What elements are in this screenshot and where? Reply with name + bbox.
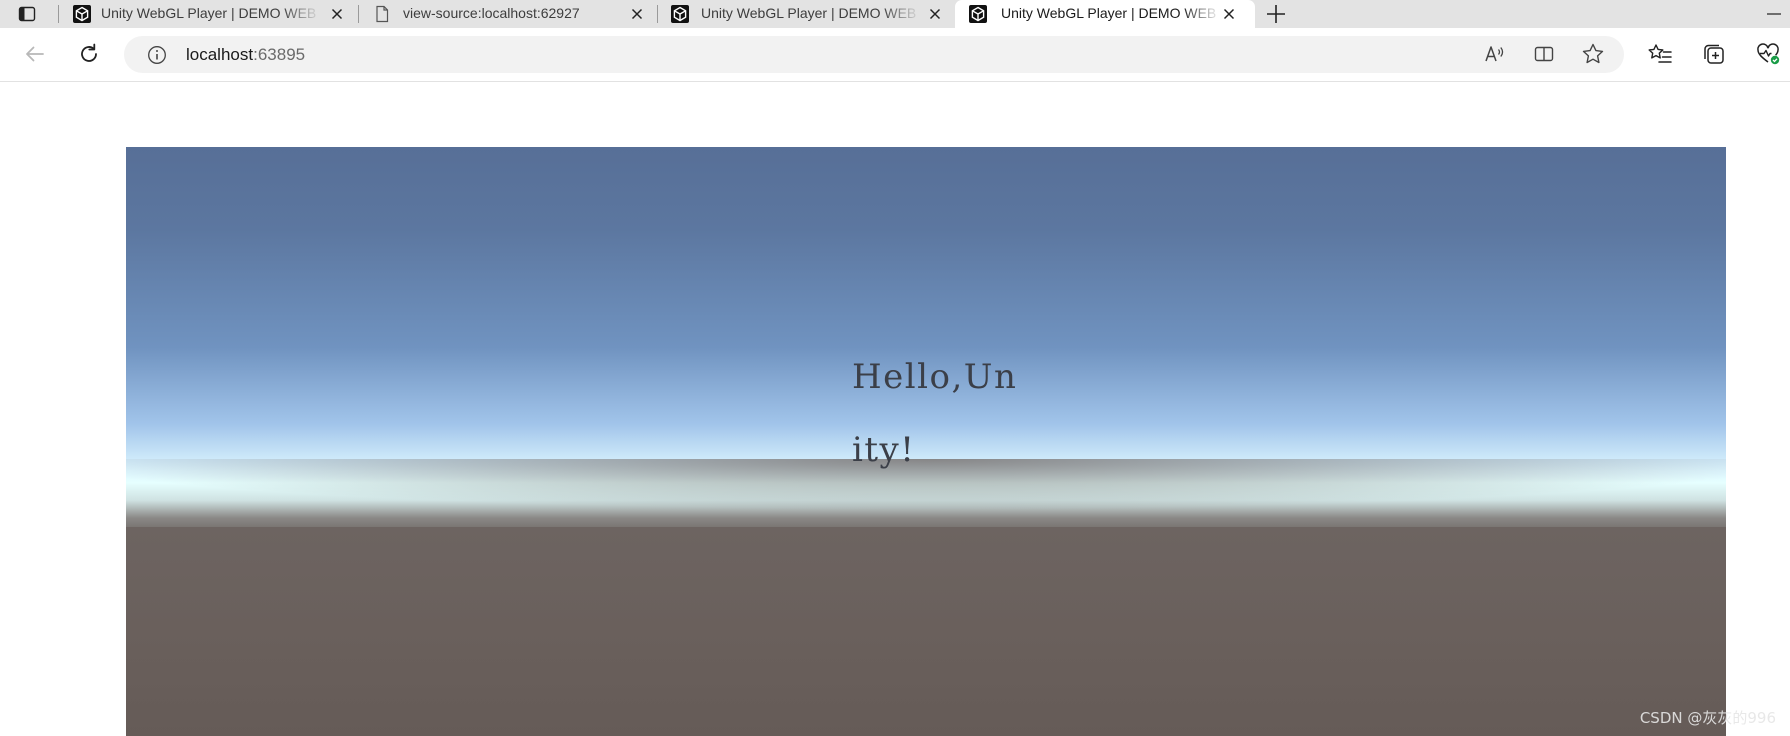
unity-hello-text: Hello,Unity! [852, 357, 1018, 470]
unity-icon [73, 5, 91, 23]
address-bar[interactable]: localhost:63895 [124, 36, 1624, 73]
back-arrow-icon [26, 46, 44, 62]
refresh-icon [81, 43, 97, 62]
favorites-button[interactable] [1646, 40, 1674, 68]
browser-toolbar: localhost:63895 [0, 28, 1790, 82]
tab-close-button[interactable] [330, 7, 344, 21]
new-tab-button[interactable] [1264, 2, 1288, 26]
close-icon [929, 8, 941, 20]
tab-title: view-source:localhost:62927 [403, 5, 580, 21]
close-icon [1223, 8, 1235, 20]
star-icon [1582, 43, 1604, 64]
plus-icon [1267, 5, 1285, 23]
page-content: Hello,Unity! CSDN @灰灰的996 [0, 82, 1790, 736]
tab-title: Unity WebGL Player | DEMO WEB [101, 5, 317, 21]
refresh-button[interactable] [75, 40, 103, 68]
tab-unity-webgl-1[interactable]: Unity WebGL Player | DEMO WEB [60, 0, 356, 28]
add-favorite-button[interactable] [1579, 40, 1607, 68]
url-text[interactable]: localhost:63895 [186, 45, 305, 65]
tab-view-source[interactable]: view-source:localhost:62927 [360, 0, 656, 28]
close-icon [631, 8, 643, 20]
read-aloud-button[interactable] [1480, 40, 1508, 68]
tab-close-button[interactable] [630, 7, 644, 21]
minimize-icon [1767, 13, 1781, 15]
tab-separator [358, 5, 359, 23]
tab-separator [58, 5, 59, 23]
tab-actions-menu-button[interactable] [17, 4, 37, 24]
info-icon [148, 46, 166, 64]
favorites-list-icon [1648, 44, 1672, 63]
tab-unity-webgl-2[interactable]: Unity WebGL Player | DEMO WEB [658, 0, 954, 28]
unity-icon [969, 5, 987, 23]
url-host: localhost [186, 45, 254, 64]
read-aloud-icon [1485, 46, 1504, 62]
split-screen-icon [1534, 46, 1554, 62]
watermark: CSDN @灰灰的996 [1639, 709, 1776, 727]
tab-title: Unity WebGL Player | DEMO WEB [1001, 5, 1217, 21]
close-icon [331, 8, 343, 20]
url-port: :63895 [253, 45, 306, 64]
site-info-button[interactable] [146, 44, 168, 66]
unity-icon [671, 5, 689, 23]
collections-button[interactable] [1700, 40, 1728, 68]
ground-plane [126, 527, 1726, 736]
page-icon [373, 5, 391, 23]
minimize-window-button[interactable] [1764, 4, 1784, 24]
collections-icon [1704, 44, 1724, 64]
tab-close-button[interactable] [1222, 7, 1236, 21]
tab-actions-icon [18, 6, 36, 22]
tab-close-button[interactable] [928, 7, 942, 21]
unity-webgl-canvas[interactable]: Hello,Unity! [126, 147, 1726, 736]
tab-title: Unity WebGL Player | DEMO WEB [701, 5, 917, 21]
browser-essentials-button[interactable] [1754, 40, 1782, 68]
split-screen-button[interactable] [1530, 40, 1558, 68]
tab-unity-webgl-active[interactable]: Unity WebGL Player | DEMO WEB [955, 0, 1255, 28]
heart-pulse-icon [1757, 43, 1780, 65]
tab-strip: Unity WebGL Player | DEMO WEB view-sourc… [0, 0, 1790, 28]
back-button[interactable] [21, 40, 49, 68]
